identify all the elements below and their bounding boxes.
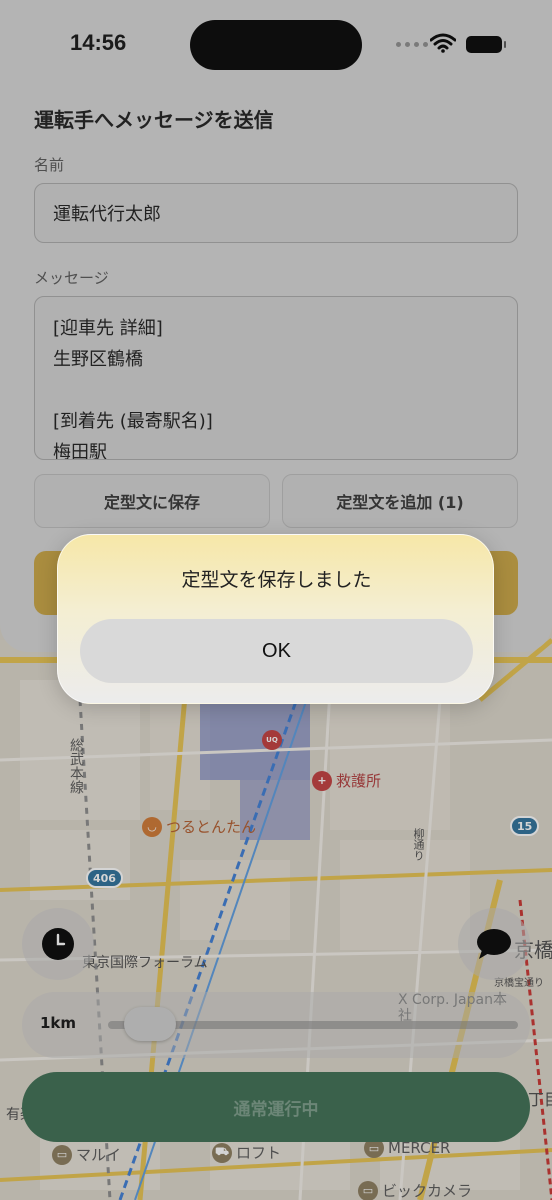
saved-alert-dialog: 定型文を保存しました OK [57,534,494,704]
ok-button[interactable]: OK [80,619,473,683]
alert-message: 定型文を保存しました [181,569,372,591]
